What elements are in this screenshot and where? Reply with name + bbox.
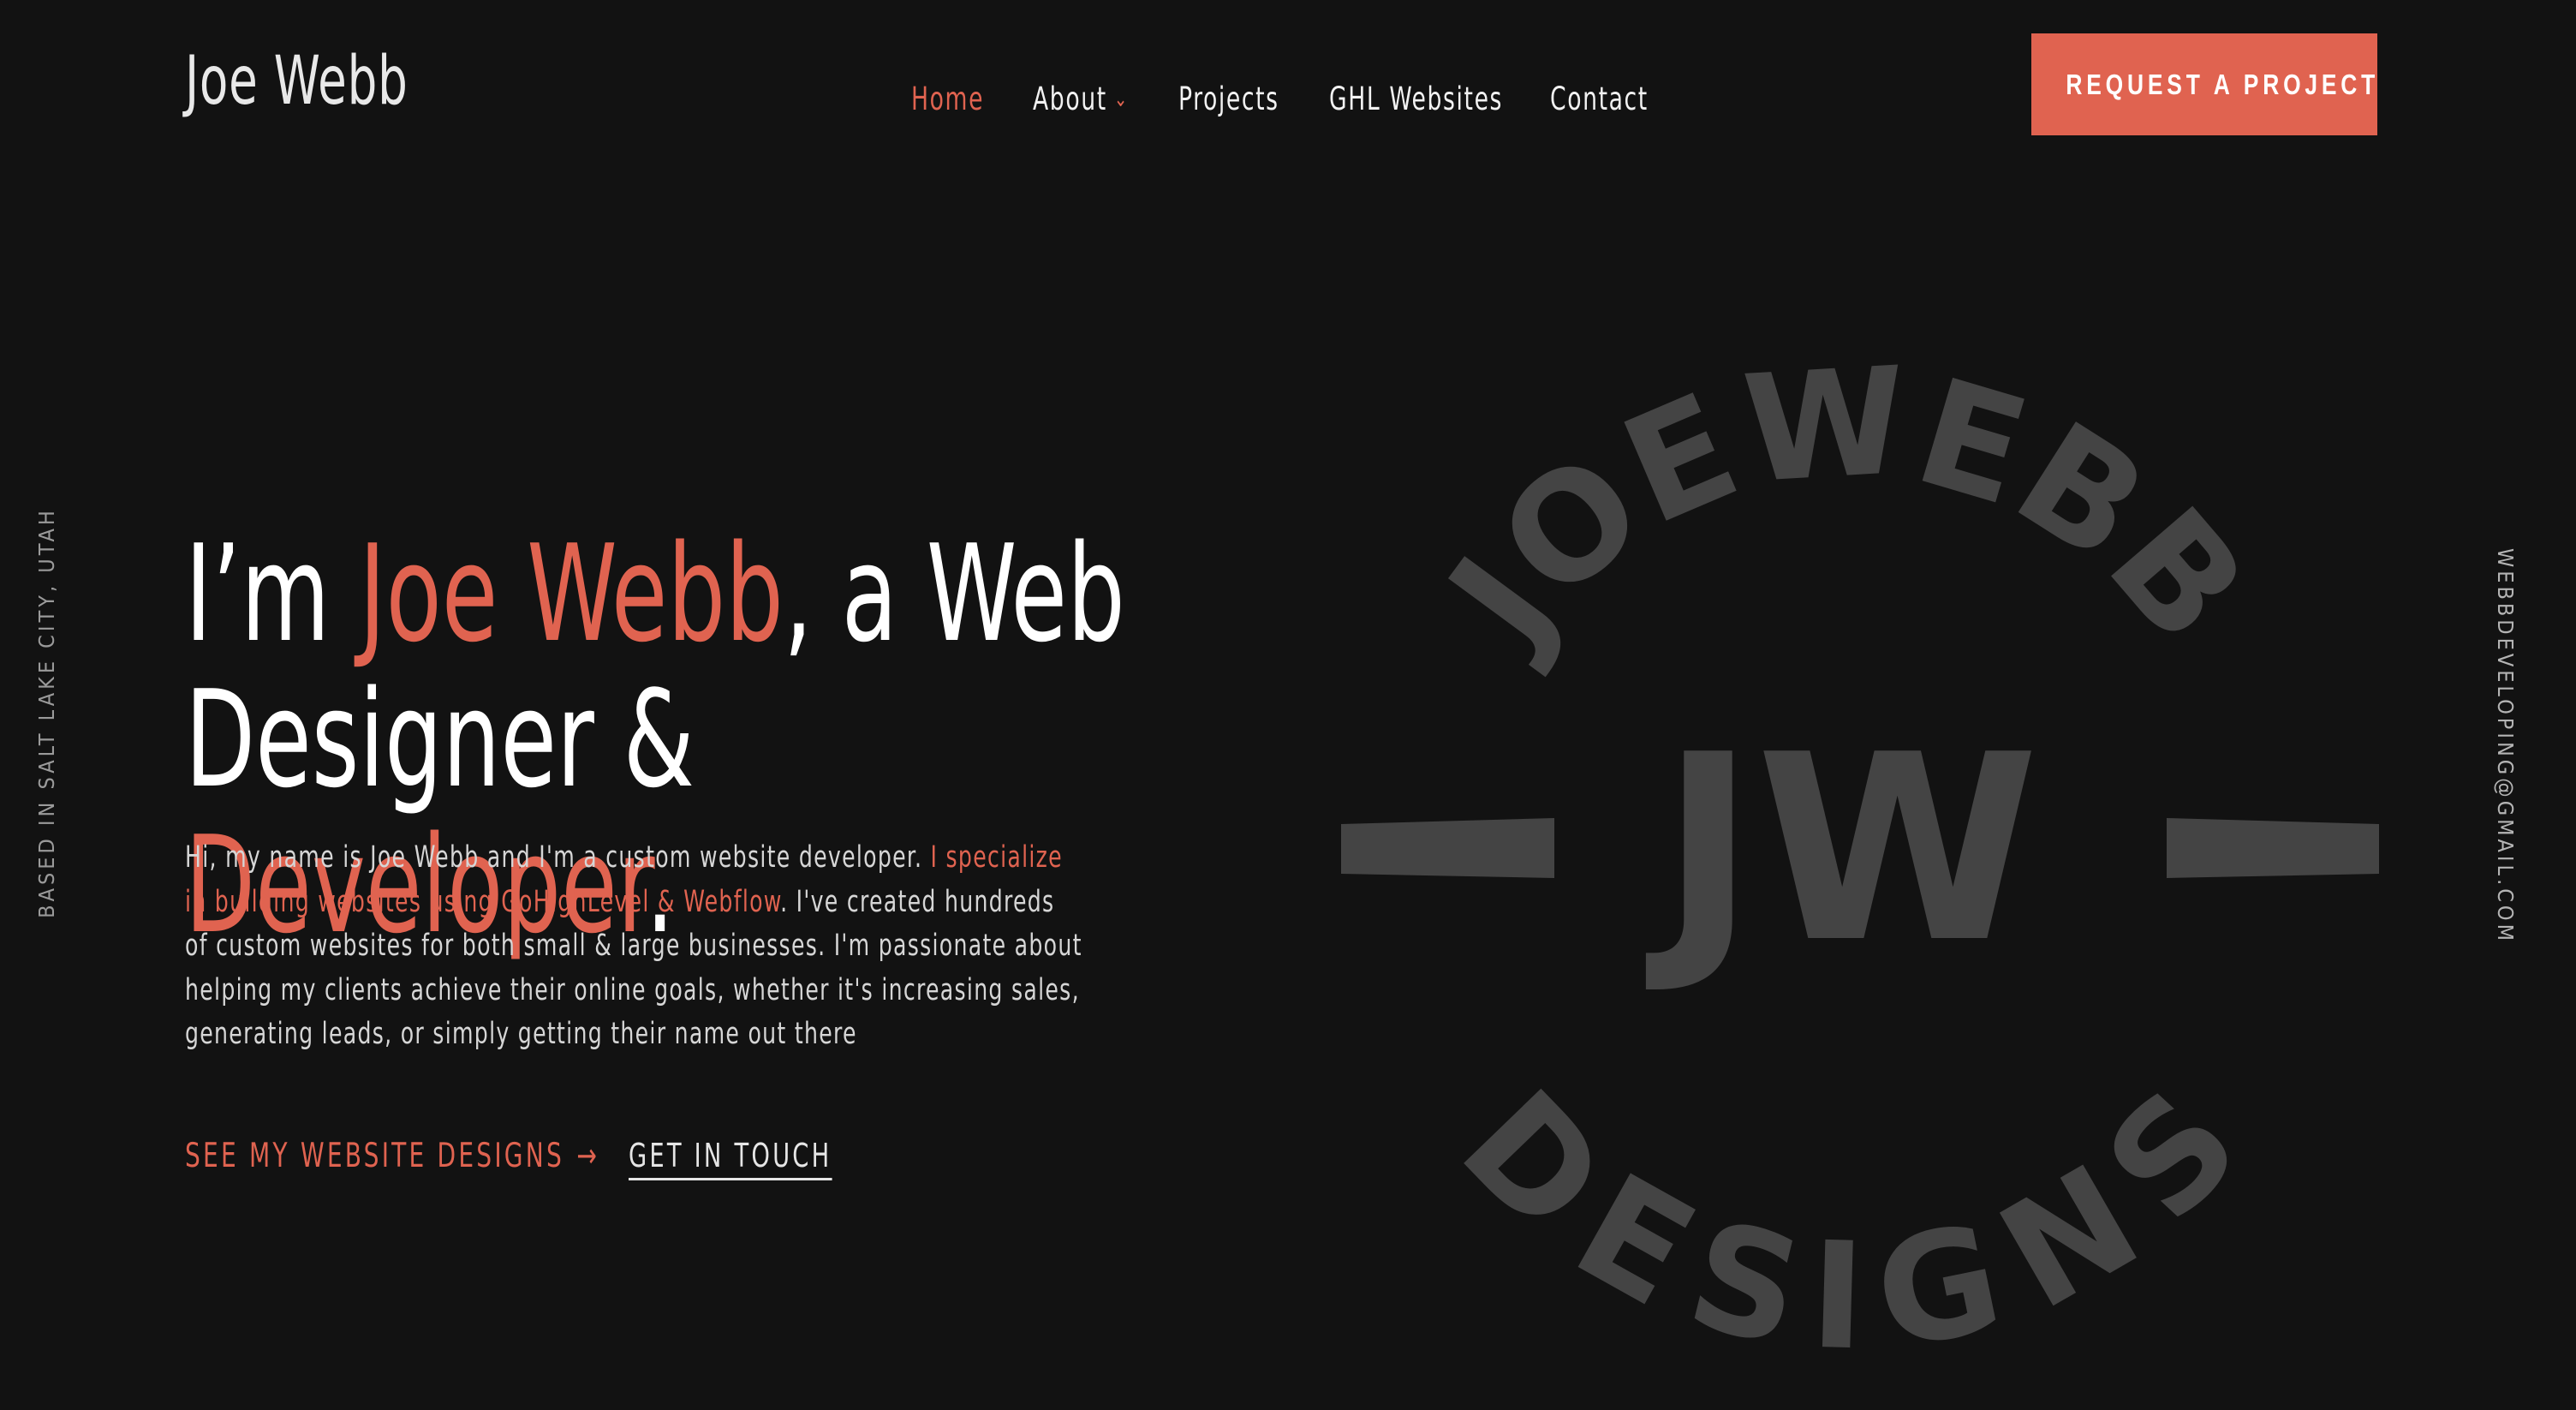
emblem-right-bar: [2167, 818, 2379, 878]
see-designs-label: SEE MY WEBSITE DESIGNS: [185, 1137, 564, 1175]
get-in-touch-link[interactable]: GET IN TOUCH: [629, 1137, 832, 1180]
jw-designs-emblem: JW JOEWEBB DESIGNS: [1319, 326, 2381, 1388]
hero-intro: Hi, my name is Joe Webb and I'm a custom…: [185, 836, 1082, 1057]
headline-name: Joe Webb: [359, 516, 784, 672]
request-project-button[interactable]: REQUEST A PROJECT: [2031, 33, 2377, 135]
nav-ghl-websites[interactable]: GHL Websites: [1329, 81, 1503, 117]
nav-about-label: About: [1033, 81, 1107, 117]
request-project-label: REQUEST A PROJECT: [2066, 69, 2380, 100]
email-link[interactable]: WEBBDEVELOPING@GMAIL.COM: [2493, 548, 2518, 944]
nav-home[interactable]: Home: [911, 81, 984, 117]
chevron-down-icon: ⌄: [1113, 87, 1130, 112]
site-logo[interactable]: Joe Webb: [185, 43, 408, 120]
nav-contact[interactable]: Contact: [1550, 81, 1649, 117]
location-text: BASED IN SALT LAKE CITY, UTAH: [34, 507, 59, 918]
nav-about[interactable]: About ⌄: [1033, 81, 1129, 117]
emblem-ring-top: JOEWEBB: [1411, 335, 2280, 681]
see-designs-link[interactable]: SEE MY WEBSITE DESIGNS →: [185, 1137, 599, 1175]
arrow-right-icon: →: [576, 1137, 600, 1175]
emblem-ring-bottom: DESIGNS: [1429, 1058, 2272, 1384]
intro-part1: Hi, my name is Joe Webb and I'm a custom…: [185, 840, 931, 875]
emblem-svg: JW JOEWEBB DESIGNS: [1341, 335, 2379, 1384]
emblem-left-bar: [1341, 818, 1554, 878]
emblem-ring-bottom-text: DESIGNS: [1429, 1058, 2272, 1384]
nav-projects[interactable]: Projects: [1178, 81, 1279, 117]
emblem-monogram: JW: [1644, 700, 2039, 999]
emblem-ring-top-text: JOEWEBB: [1411, 335, 2280, 681]
headline-prefix: I’m: [185, 516, 360, 672]
page: Joe Webb Home About ⌄ Projects GHL Websit…: [0, 0, 2576, 1410]
